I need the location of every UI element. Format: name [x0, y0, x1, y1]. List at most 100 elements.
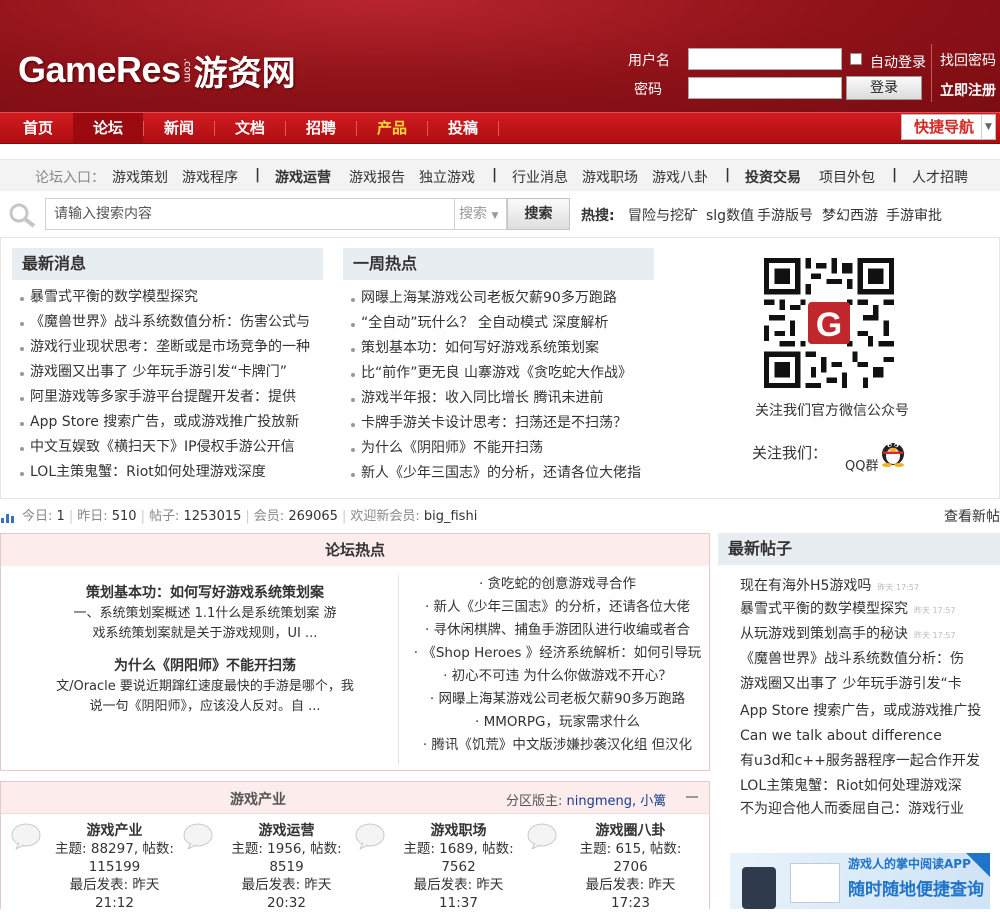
board-item[interactable]: 游戏职场 主题: 1689, 帖数: 7562 最后发表: 昨天 11:37 — [396, 822, 521, 912]
list-item[interactable]: App Store 搜索广告，或成游戏推广投放新 — [12, 410, 317, 435]
list-item[interactable]: “全自动”玩什么？ 全自动模式 深度解析 — [343, 311, 648, 336]
stat-today: 1 — [56, 509, 65, 524]
featured-post-title[interactable]: 为什么《阴阳师》不能开扫荡 — [20, 655, 390, 675]
board-stats: 主题: 1689, 帖数: 7562 — [403, 841, 514, 875]
view-new-posts-link[interactable]: 查看新帖 — [944, 505, 1000, 529]
list-item[interactable]: 游戏圈又出事了 少年玩手游引发“卡牌门” — [12, 360, 317, 385]
forum-bubble-icon — [527, 823, 557, 849]
list-item[interactable]: 策划基本功：如何写好游戏系统策划案 — [343, 336, 648, 361]
qq-penguin-icon[interactable] — [878, 435, 908, 467]
forum-link[interactable]: 独立游戏 — [419, 167, 475, 187]
hot-search-word[interactable]: 手游审批 — [886, 205, 942, 225]
board-item[interactable]: 游戏圈八卦 主题: 615, 帖数: 2706 最后发表: 昨天 17:23 — [568, 822, 693, 912]
new-post-item[interactable]: 《魔兽世界》战斗系统数值分析：伤 — [740, 649, 995, 669]
board-item[interactable]: 游戏产业 主题: 88297, 帖数: 115199 最后发表: 昨天 21:1… — [52, 822, 177, 912]
hot-thread-item[interactable]: · 腾讯《饥荒》中文版涉嫌抄袭汉化组 但汉化 — [410, 734, 705, 756]
forum-entry-prefix: 论坛入口： — [35, 170, 105, 186]
nav-forum[interactable]: 论坛 — [73, 113, 143, 143]
list-item[interactable]: 为什么《阴阳师》不能开扫荡 — [343, 436, 648, 461]
stat-posts-label: 帖子: — [148, 509, 180, 524]
welcome-user-link[interactable]: big_fishi — [424, 509, 477, 524]
moderator-links[interactable]: ningmeng, 小篱 — [567, 794, 667, 809]
ad-corner — [966, 853, 990, 877]
username-label: 用户名 — [628, 53, 670, 69]
new-post-time: 昨天 17:57 — [914, 606, 956, 615]
latest-news-title: 最新消息 — [12, 248, 323, 280]
login-button[interactable]: 登录 — [846, 76, 922, 100]
board-item[interactable]: 游戏运营 主题: 1956, 帖数: 8519 最后发表: 昨天 20:32 — [224, 822, 349, 912]
new-post-item[interactable]: LOL主策鬼蟹：Riot如何处理游戏深 — [740, 776, 995, 796]
hot-search-word[interactable]: 手游版号 — [757, 205, 813, 225]
forum-link[interactable]: 游戏策划 — [112, 167, 168, 187]
quick-nav-dropdown[interactable]: 快捷导航 ▼ — [901, 114, 996, 140]
auto-login-checkbox[interactable] — [850, 53, 862, 65]
hot-search-word[interactable]: slg数值 — [706, 205, 754, 225]
list-item[interactable]: 游戏行业现状思考：垄断或是市场竞争的一种 — [12, 335, 317, 360]
list-item[interactable]: 阿里游戏等多家手游平台提醒开发者：提供 — [12, 385, 317, 410]
forum-link[interactable]: 项目外包 — [819, 167, 875, 187]
forum-link[interactable]: 人才招聘 — [912, 167, 968, 187]
new-post-item[interactable]: 游戏圈又出事了 少年玩手游引发“卡 — [740, 674, 995, 694]
register-link[interactable]: 立即注册 — [940, 80, 996, 100]
site-logo[interactable]: GameRes .com 游资网 — [18, 49, 296, 94]
new-post-item[interactable]: 暴雪式平衡的数学模型探究 昨天 17:57 — [740, 599, 995, 619]
list-item[interactable]: 暴雪式平衡的数学模型探究 — [12, 285, 317, 310]
nav-submit[interactable]: 投稿 — [428, 113, 498, 143]
app-ad-banner[interactable]: 游戏人的掌中阅读APP 随时随地便捷查询 — [730, 853, 990, 909]
wechat-caption: 关注我们官方微信公众号 — [755, 403, 909, 419]
hot-thread-item[interactable]: · 初心不可违 为什么你做游戏不开心？ — [410, 665, 705, 687]
forum-bubble-icon — [355, 823, 385, 849]
new-posts-title: 最新帖子 — [718, 533, 1000, 565]
new-post-item[interactable]: 不为迎合他人而委屈自己：游戏行业 — [740, 799, 995, 819]
board-last-post: 最后发表: 昨天 21:12 — [69, 877, 160, 911]
hot-thread-item[interactable]: · 《Shop Heroes 》经济系统解析：如何引导玩 — [410, 642, 705, 664]
nav-jobs[interactable]: 招聘 — [286, 113, 356, 143]
hot-thread-item[interactable]: · 网曝上海某游戏公司老板欠薪90多万跑路 — [410, 688, 705, 710]
forum-link[interactable]: 游戏八卦 — [652, 167, 708, 187]
hot-thread-item[interactable]: · 新人《少年三国志》的分析，还请各位大佬 — [410, 596, 705, 618]
auto-login-label[interactable]: 自动登录 — [870, 52, 926, 72]
forum-link[interactable]: 投资交易 — [745, 167, 801, 187]
username-input[interactable] — [688, 48, 842, 70]
search-button[interactable]: 搜索 — [507, 198, 570, 230]
new-post-item[interactable]: 现在有海外H5游戏吗 昨天 17:57 — [740, 576, 995, 596]
search-type-select[interactable]: 搜索 ▼ — [455, 198, 507, 230]
list-item[interactable]: 比“前作”更无良 山寨游戏《贪吃蛇大作战》 — [343, 361, 648, 386]
forum-link[interactable]: 游戏职场 — [582, 167, 638, 187]
stat-separator: | — [140, 509, 145, 524]
list-item[interactable]: 卡牌手游关卡设计思考：扫荡还是不扫荡？ — [343, 411, 648, 436]
new-post-item[interactable]: Can we talk about difference — [740, 726, 995, 746]
list-item[interactable]: 游戏半年报：收入同比增长 腾讯未进前 — [343, 386, 648, 411]
excerpt-line: 说一句《阴阳师》，应该没人反对。自 ... — [89, 699, 321, 714]
search-input[interactable]: 请输入搜索内容 — [45, 198, 455, 230]
list-item[interactable]: 新人《少年三国志》的分析，还请各位大佬指 — [343, 461, 648, 486]
forum-link[interactable]: 游戏程序 — [182, 167, 238, 187]
nav-news[interactable]: 新闻 — [144, 113, 214, 143]
new-post-item[interactable]: 从玩游戏到策划高手的秘诀 昨天 17:57 — [740, 624, 995, 644]
hot-thread-item[interactable]: · MMORPG，玩家需求什么 — [410, 711, 705, 733]
list-item[interactable]: 《魔兽世界》战斗系统数值分析：伤害公式与 — [12, 310, 317, 335]
stat-members: 269065 — [288, 509, 338, 524]
nav-products[interactable]: 产品 — [357, 113, 427, 143]
forgot-password-link[interactable]: 找回密码 — [940, 50, 996, 70]
forum-bubble-icon — [183, 823, 213, 849]
forum-link[interactable]: 游戏运营 — [275, 167, 331, 187]
nav-docs[interactable]: 文档 — [215, 113, 285, 143]
featured-post-title[interactable]: 策划基本功：如何写好游戏系统策划案 — [20, 582, 390, 602]
new-post-item[interactable]: 有u3d和c++服务器程序一起合作开发 — [740, 751, 995, 771]
password-input[interactable] — [688, 77, 842, 99]
password-label: 密码 — [634, 82, 662, 98]
forum-link[interactable]: 游戏报告 — [349, 167, 405, 187]
list-item[interactable]: LOL主策鬼蟹：Riot如何处理游戏深度 — [12, 460, 317, 485]
list-item[interactable]: 网曝上海某游戏公司老板欠薪90多万跑路 — [343, 286, 648, 311]
hot-search-word[interactable]: 梦幻西游 — [822, 205, 878, 225]
hot-thread-item[interactable]: · 贪吃蛇的创意游戏寻合作 — [410, 573, 705, 595]
hot-search-word[interactable]: 冒险与挖矿 — [628, 205, 698, 225]
qq-group-link[interactable]: QQ群 — [845, 455, 878, 474]
nav-home[interactable]: 首页 — [3, 113, 73, 143]
hot-thread-item[interactable]: · 寻休闲棋牌、捕鱼手游团队进行收编或者合 — [410, 619, 705, 641]
forum-link[interactable]: 行业消息 — [512, 167, 568, 187]
new-post-item[interactable]: App Store 搜索广告，或成游戏推广投 — [740, 701, 995, 721]
collapse-icon[interactable] — [686, 796, 698, 798]
list-item[interactable]: 中文互娱致《横扫天下》IP侵权手游公开信 — [12, 435, 317, 460]
